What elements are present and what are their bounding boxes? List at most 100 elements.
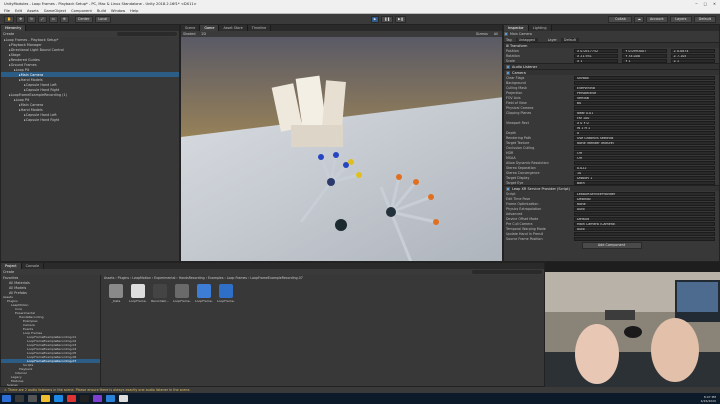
edge-icon[interactable] bbox=[54, 395, 63, 402]
property-value-field[interactable]: None (Render Texture) bbox=[574, 140, 715, 145]
menu-edit[interactable]: Edit bbox=[15, 9, 22, 13]
property-value-field[interactable]: 60 bbox=[574, 100, 715, 105]
property-value-field[interactable] bbox=[574, 145, 715, 150]
component-enabled-checkbox[interactable] bbox=[506, 64, 510, 69]
unity-icon[interactable] bbox=[80, 395, 89, 402]
visual-studio-icon[interactable] bbox=[93, 395, 102, 402]
transform-z-field[interactable]: Z 7.105 bbox=[670, 53, 715, 58]
app-icon-2[interactable] bbox=[106, 395, 115, 402]
layers-dropdown[interactable]: Layers bbox=[669, 15, 692, 23]
transform-y-field[interactable]: Y 1 bbox=[622, 58, 667, 63]
play-button[interactable]: ▶ bbox=[370, 15, 380, 23]
menu-gameobject[interactable]: GameObject bbox=[44, 9, 66, 13]
transform-x-field[interactable]: X 1 bbox=[574, 58, 619, 63]
property-value-field[interactable]: 10 bbox=[574, 170, 715, 175]
property-value-field[interactable] bbox=[574, 211, 715, 216]
transform-tool-button[interactable]: ⊕ bbox=[59, 15, 69, 23]
menu-build[interactable]: Build bbox=[97, 9, 106, 13]
transform-z-field[interactable]: Z 1 bbox=[670, 58, 715, 63]
hand-tool-button[interactable]: ✋ bbox=[4, 15, 15, 23]
asset-item[interactable]: _Data bbox=[107, 284, 125, 303]
tab-hierarchy[interactable]: Hierarchy bbox=[1, 25, 27, 31]
asset-item[interactable]: LoopFrame... bbox=[129, 284, 147, 303]
task-view-icon[interactable] bbox=[28, 395, 37, 402]
property-value-field[interactable] bbox=[574, 160, 715, 165]
transform-y-field[interactable]: Y 0.0993007 bbox=[622, 48, 667, 53]
component-enabled-checkbox[interactable] bbox=[506, 70, 510, 75]
menu-file[interactable]: File bbox=[4, 9, 10, 13]
property-value-field[interactable]: Display 1 bbox=[574, 175, 715, 180]
property-value-field[interactable]: Everything bbox=[574, 85, 715, 90]
tab-console[interactable]: Console bbox=[21, 263, 45, 269]
app-icon-1[interactable] bbox=[67, 395, 76, 402]
transform-x-field[interactable]: X 21.951 bbox=[574, 53, 619, 58]
tab-game[interactable]: Game bbox=[200, 25, 220, 31]
minimize-icon[interactable]: ─ bbox=[695, 2, 697, 6]
property-value-field[interactable] bbox=[574, 236, 715, 241]
menu-window[interactable]: Window bbox=[111, 9, 125, 13]
project-search-input[interactable] bbox=[472, 270, 542, 274]
tab-inspector[interactable]: Inspector bbox=[504, 25, 529, 31]
gizmos-dropdown[interactable]: Gizmos bbox=[476, 32, 488, 36]
shading-mode-dropdown[interactable]: Shaded bbox=[183, 32, 195, 36]
rect-tool-button[interactable]: ▭ bbox=[48, 15, 58, 23]
property-value-field[interactable]: None bbox=[574, 201, 715, 206]
hierarchy-create-button[interactable]: Create bbox=[3, 32, 14, 36]
pause-button[interactable]: ❚❚ bbox=[381, 15, 393, 23]
menu-help[interactable]: Help bbox=[130, 9, 138, 13]
property-value-field[interactable]: Auto bbox=[574, 226, 715, 231]
hierarchy-item[interactable]: ▸ Capsule Hand Right bbox=[1, 117, 179, 122]
property-value-field[interactable]: 0 bbox=[574, 130, 715, 135]
layer-dropdown[interactable]: Default bbox=[560, 37, 579, 42]
tab-scene[interactable]: Scene bbox=[181, 25, 201, 31]
transform-y-field[interactable]: Y 34.008 bbox=[622, 53, 667, 58]
menu-assets[interactable]: Assets bbox=[27, 9, 39, 13]
rotate-tool-button[interactable]: ↻ bbox=[27, 15, 36, 23]
object-active-checkbox[interactable] bbox=[504, 32, 508, 36]
property-value-field[interactable]: Vertical bbox=[574, 95, 715, 100]
close-icon[interactable]: ✕ bbox=[713, 2, 716, 6]
hierarchy-search-input[interactable] bbox=[117, 32, 177, 36]
property-value-field[interactable]: Use Graphics Settings bbox=[574, 135, 715, 140]
property-value-field[interactable] bbox=[574, 80, 715, 85]
tab-timeline[interactable]: Timeline bbox=[247, 25, 272, 31]
property-value-field[interactable]: Skybox bbox=[574, 75, 715, 80]
property-value-field[interactable]: LeapXRServiceProvider bbox=[574, 191, 715, 196]
windows-start-icon[interactable] bbox=[2, 395, 11, 402]
maximize-icon[interactable]: □ bbox=[704, 2, 707, 6]
transform-x-field[interactable]: X 0.0517752 bbox=[574, 48, 619, 53]
tab-lighting[interactable]: Lighting bbox=[528, 25, 552, 31]
folder-tree-item[interactable]: Scenes bbox=[1, 383, 100, 386]
property-value-field[interactable]: Both bbox=[574, 180, 715, 185]
property-value-field[interactable]: Near 0.01 bbox=[574, 110, 715, 115]
property-value-field[interactable]: Perspective bbox=[574, 90, 715, 95]
pivot-local-toggle[interactable]: Local bbox=[94, 15, 111, 23]
menu-component[interactable]: Component bbox=[71, 9, 92, 13]
cloud-icon[interactable]: ☁ bbox=[634, 15, 644, 23]
asset-item[interactable]: LoopFrame... bbox=[195, 284, 213, 303]
scale-tool-button[interactable]: ⤢ bbox=[37, 15, 47, 23]
asset-item[interactable]: LoopFrame... bbox=[217, 284, 235, 303]
status-message[interactable]: There are 2 audio listeners in the scene… bbox=[8, 388, 190, 392]
scene-viewport[interactable] bbox=[181, 37, 503, 262]
move-tool-button[interactable]: ✥ bbox=[16, 15, 26, 23]
search-icon[interactable] bbox=[15, 395, 24, 402]
file-explorer-icon[interactable] bbox=[41, 395, 50, 402]
tab-asset-store[interactable]: Asset Store bbox=[219, 25, 248, 31]
add-component-button[interactable]: Add Component bbox=[581, 241, 642, 249]
property-value-field[interactable]: Off bbox=[574, 155, 715, 160]
property-value-field[interactable]: Desktop bbox=[574, 196, 715, 201]
property-value-field[interactable]: Auto bbox=[574, 206, 715, 211]
property-value-field[interactable]: Default bbox=[574, 216, 715, 221]
2d-toggle[interactable]: 2D bbox=[201, 32, 206, 36]
property-value-field[interactable] bbox=[574, 231, 715, 236]
property-value-field[interactable]: W 1 H 1 bbox=[574, 125, 715, 130]
property-value-field[interactable]: Far 100 bbox=[574, 115, 715, 120]
account-dropdown[interactable]: Account bbox=[645, 15, 668, 23]
property-value-field[interactable]: 0.022 bbox=[574, 165, 715, 170]
asset-item[interactable]: Recordabl... bbox=[151, 284, 169, 303]
collab-dropdown[interactable]: Collab bbox=[608, 15, 633, 23]
project-create-button[interactable]: Create bbox=[3, 270, 14, 274]
tab-project[interactable]: Project bbox=[1, 263, 22, 269]
component-enabled-checkbox[interactable] bbox=[506, 186, 510, 191]
